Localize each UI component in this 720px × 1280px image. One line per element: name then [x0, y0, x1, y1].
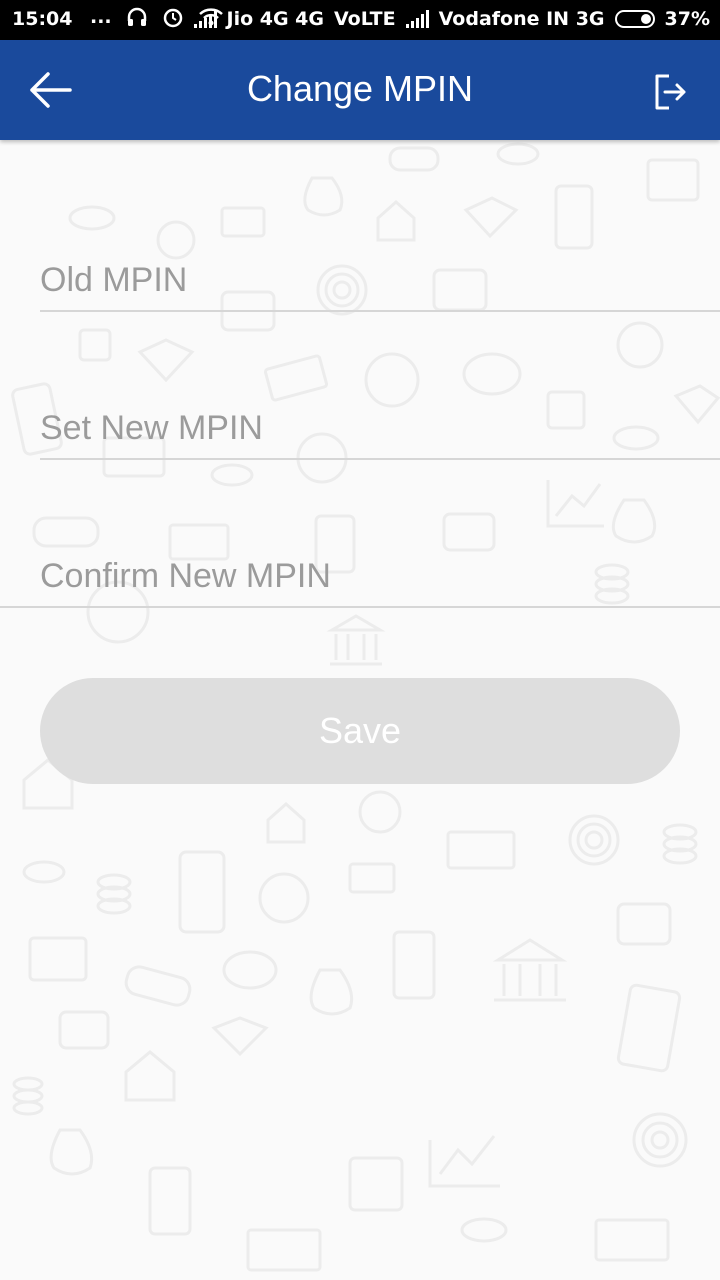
fingerprint-icon: [568, 814, 620, 866]
money-bag-icon: [303, 176, 344, 217]
coin-icon: [68, 205, 116, 231]
money-bag-icon: [611, 498, 657, 544]
page-title: Change MPIN: [246, 68, 474, 109]
rupee-badge-icon: [358, 790, 402, 834]
bank-icon: [326, 614, 386, 666]
chart-icon: [546, 480, 604, 528]
status-bar: 15:04 ... Jio 4G 4G VoLTE Vodafone IN 3G…: [0, 0, 720, 40]
logout-icon: [655, 74, 686, 110]
car-icon: [124, 965, 192, 1007]
briefcase-icon: [28, 936, 88, 982]
house-icon: [376, 199, 416, 242]
wallet-icon: [616, 902, 672, 946]
chart-icon: [428, 1135, 500, 1188]
coin-stack-icon: [662, 823, 698, 865]
rupee-badge-icon: [258, 872, 310, 924]
coin-icon: [22, 860, 66, 884]
fingerprint-icon: [632, 1112, 688, 1168]
headphones-icon: [127, 7, 146, 26]
battery-icon: [614, 10, 655, 28]
signal-icon-2: [405, 10, 429, 28]
coin-icon: [460, 1217, 508, 1243]
calculator-icon: [616, 983, 682, 1073]
confirm-mpin-input[interactable]: [0, 546, 720, 606]
old-mpin-field-wrapper: [40, 250, 720, 312]
calculator-icon: [178, 850, 226, 934]
cheque-icon: [246, 1228, 322, 1272]
status-network: Jio 4G 4G VoLTE Vodafone IN 3G 37%: [193, 8, 710, 30]
piggy-bank-icon: [222, 950, 278, 990]
wallet-icon: [442, 512, 496, 552]
card-machine-icon: [554, 184, 594, 250]
briefcase-icon: [646, 158, 700, 202]
banknote-icon: [348, 862, 396, 894]
rupee-badge-icon: [616, 321, 664, 369]
confirm-mpin-field-wrapper: [0, 546, 720, 608]
banknote-icon: [220, 206, 266, 238]
wallet-icon: [58, 1010, 110, 1050]
carrier-2: Vodafone IN 3G: [438, 8, 605, 30]
house-icon: [266, 801, 306, 844]
card-machine-icon: [392, 930, 436, 1000]
alarm-icon: [163, 8, 182, 28]
cheque-icon: [594, 1218, 670, 1262]
change-mpin-screen: 15:04 ... Jio 4G 4G VoLTE Vodafone IN 3G…: [0, 0, 720, 1280]
new-mpin-input[interactable]: [40, 398, 720, 458]
app-bar: Change MPIN: [0, 40, 720, 140]
new-mpin-field-wrapper: [40, 398, 720, 460]
house-icon: [124, 1050, 176, 1102]
car-icon: [388, 146, 440, 172]
safe-icon: [348, 1156, 404, 1212]
safe-icon: [78, 328, 112, 362]
money-bag-icon: [49, 1128, 94, 1176]
carrier-1: Jio 4G 4G: [226, 8, 325, 30]
cheque-icon: [446, 830, 516, 870]
piggy-bank-icon: [462, 352, 522, 396]
signal-icon-1: [193, 10, 217, 28]
diamond-icon: [211, 1016, 269, 1057]
more-notifications-icon: ...: [90, 6, 112, 28]
car-icon: [32, 516, 100, 548]
card-machine-icon: [148, 1166, 192, 1236]
save-button[interactable]: Save: [40, 678, 680, 784]
coin-icon: [496, 142, 540, 166]
diamond-icon: [137, 338, 195, 383]
old-mpin-input[interactable]: [40, 250, 720, 310]
coin-icon: [210, 463, 254, 487]
battery-level: 37%: [664, 8, 710, 30]
coin-stack-icon: [96, 873, 132, 915]
logout-button[interactable]: [646, 68, 694, 116]
bank-icon: [492, 938, 568, 1002]
coin-stack-icon: [12, 1076, 44, 1116]
money-bag-icon: [309, 968, 354, 1016]
volte-label: VoLTE: [334, 8, 396, 30]
status-time: 15:04: [12, 8, 73, 30]
diamond-icon: [463, 196, 519, 239]
banknote-icon: [263, 354, 329, 402]
